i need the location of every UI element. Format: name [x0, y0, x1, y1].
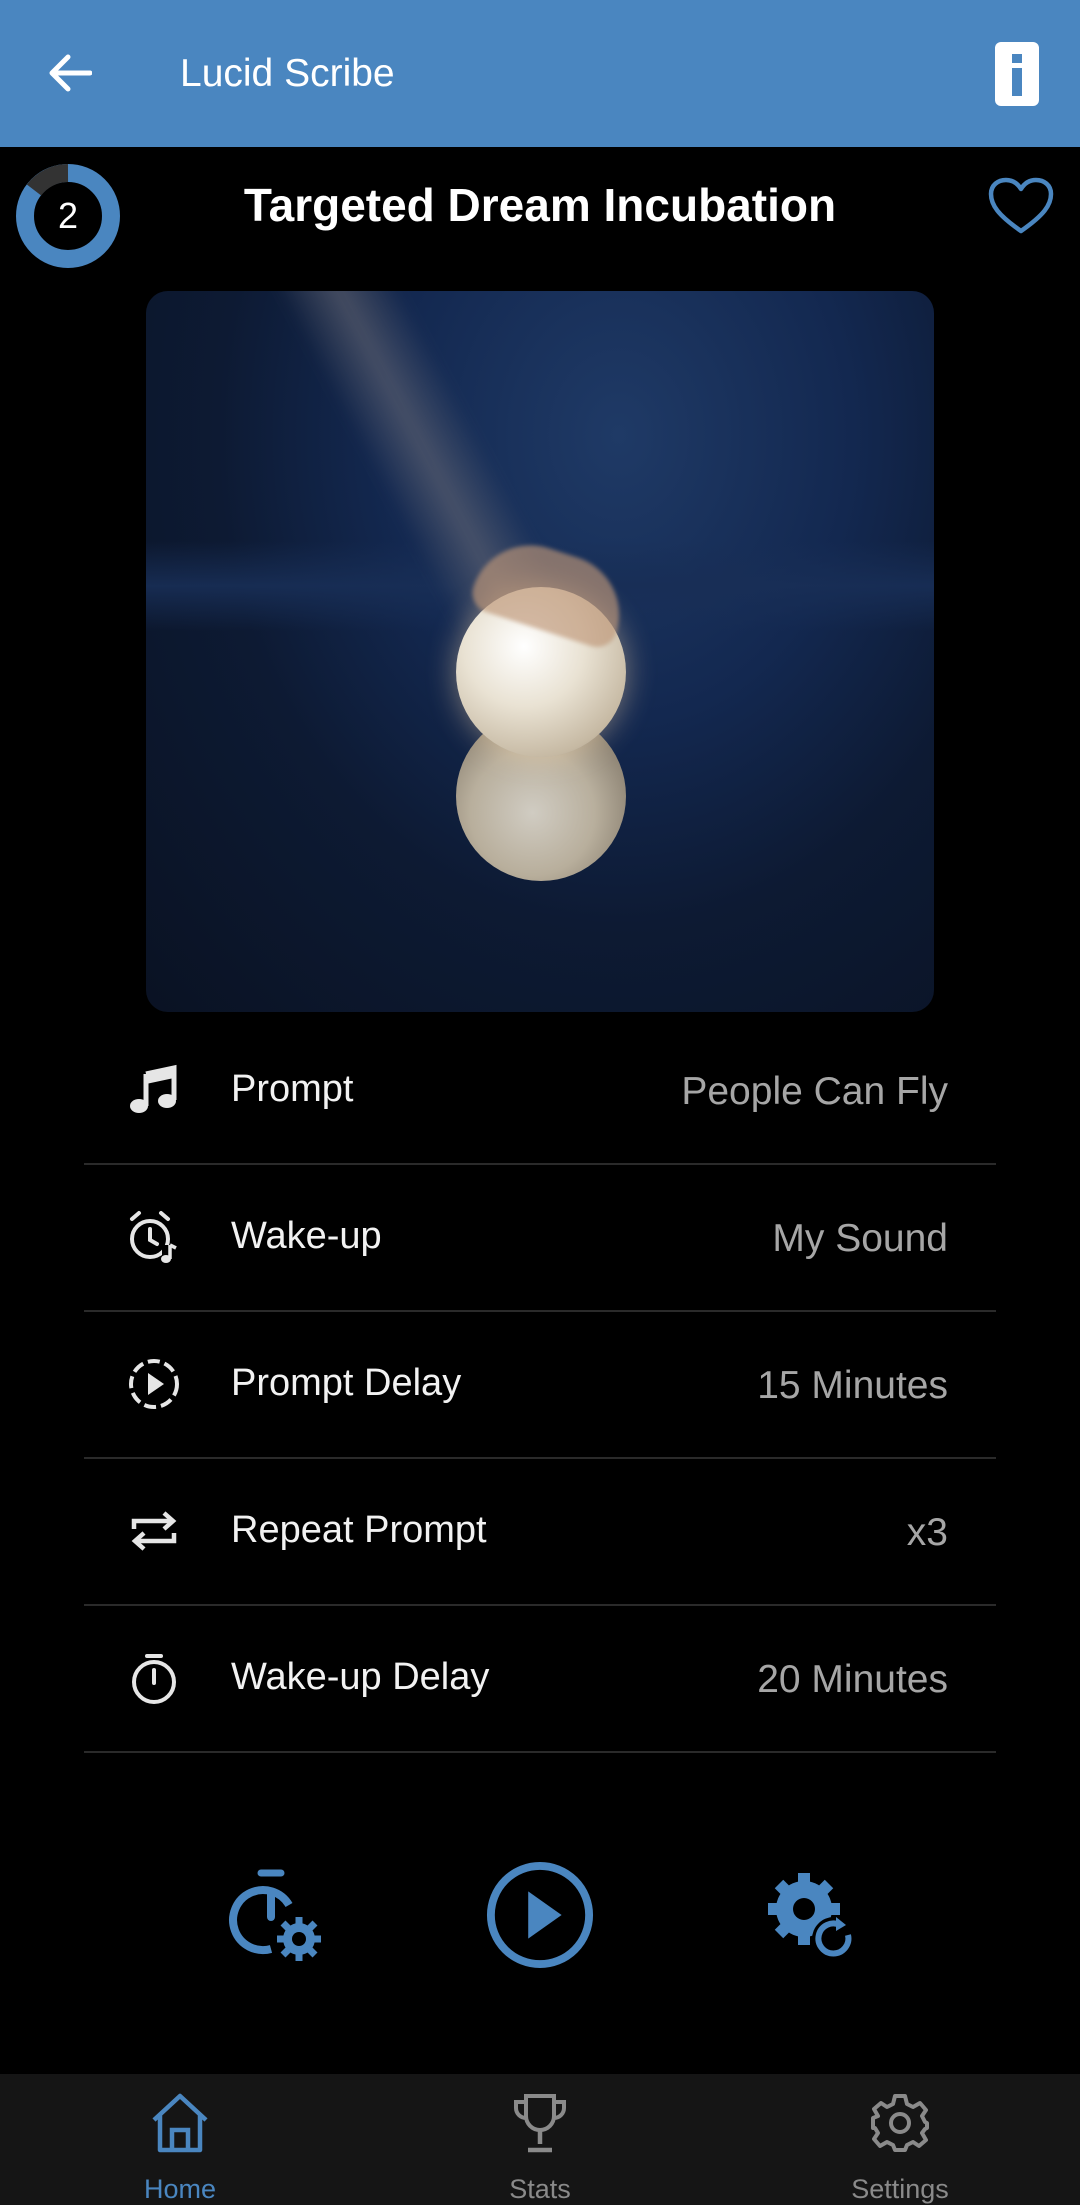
nav-label-settings: Settings: [851, 2174, 949, 2204]
home-icon: [152, 2093, 208, 2153]
play-delay-icon: [126, 1356, 182, 1412]
play-icon: [486, 1861, 594, 1969]
stopwatch-icon: [126, 1650, 182, 1706]
session-artwork: [146, 291, 934, 1012]
nav-label-stats: Stats: [509, 2174, 571, 2204]
heart-icon: [988, 177, 1054, 234]
trophy-icon: [514, 2094, 566, 2153]
setting-label: Wake-up: [231, 1215, 382, 1257]
page-title: Targeted Dream Incubation: [243, 179, 837, 231]
alarm-clock-sound-icon: [126, 1209, 182, 1265]
setting-row-repeat-prompt[interactable]: Repeat Prompt x3: [84, 1459, 996, 1606]
setting-row-prompt[interactable]: Prompt People Can Fly: [84, 1018, 996, 1165]
settings-gear-icon: [871, 2094, 929, 2152]
progress-badge[interactable]: 2: [14, 162, 122, 270]
setting-label: Prompt: [231, 1068, 354, 1110]
arrow-left-icon: [49, 54, 92, 92]
badge-count: 2: [57, 195, 79, 236]
setting-row-wake-up-delay[interactable]: Wake-up Delay 20 Minutes: [84, 1606, 996, 1753]
music-note-icon: [126, 1062, 182, 1118]
setting-row-wake-up[interactable]: Wake-up My Sound: [84, 1165, 996, 1312]
app-title: Lucid Scribe: [180, 52, 395, 95]
setting-value: 20 Minutes: [757, 1658, 948, 1701]
setting-value: My Sound: [772, 1217, 948, 1260]
setting-label: Wake-up Delay: [231, 1656, 490, 1698]
nav-stats[interactable]: Stats: [415, 2074, 665, 2205]
nav-label-home: Home: [143, 2174, 217, 2204]
play-button[interactable]: [485, 1860, 595, 1970]
setting-row-prompt-delay[interactable]: Prompt Delay 15 Minutes: [84, 1312, 996, 1459]
bottom-navigation: Home Stats Settings: [0, 2074, 1080, 2205]
session-settings-list: Prompt People Can Fly Wake-up My Sound P…: [84, 1018, 996, 1753]
setting-label: Prompt Delay: [231, 1362, 462, 1404]
info-icon: [995, 42, 1039, 106]
session-actions: [0, 1860, 1080, 1980]
back-button[interactable]: [38, 40, 102, 106]
timer-settings-icon: [229, 1869, 321, 1961]
nav-settings[interactable]: Settings: [775, 2074, 1025, 2205]
app-bar: Lucid Scribe: [0, 0, 1080, 147]
timer-settings-button[interactable]: [222, 1860, 332, 1970]
setting-value: 15 Minutes: [757, 1364, 948, 1407]
setting-value: People Can Fly: [681, 1070, 948, 1113]
setting-value: x3: [906, 1511, 948, 1554]
nav-home[interactable]: Home: [55, 2074, 305, 2205]
repeat-icon: [126, 1503, 182, 1559]
gear-refresh-icon: [768, 1873, 856, 1961]
reset-settings-button[interactable]: [755, 1860, 865, 1970]
setting-label: Repeat Prompt: [231, 1509, 487, 1551]
favorite-button[interactable]: [985, 172, 1057, 240]
info-button[interactable]: [982, 38, 1052, 110]
